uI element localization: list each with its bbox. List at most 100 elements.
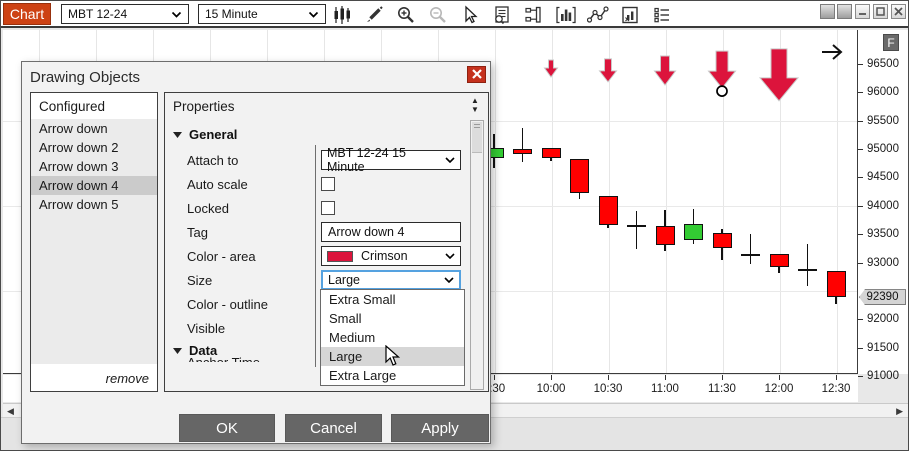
candle-wick (807, 244, 809, 286)
time-tick (608, 375, 609, 380)
time-tick (779, 375, 780, 380)
color-outline-label: Color - outline (187, 297, 268, 312)
list-item[interactable]: Arrow down 2 (31, 138, 157, 157)
size-combo[interactable]: Large (321, 270, 461, 290)
close-icon (472, 66, 482, 84)
attach-to-combo[interactable]: MBT 12-24 15 Minute (321, 150, 461, 170)
cancel-button[interactable]: Cancel (285, 414, 382, 442)
properties-list-icon[interactable] (651, 5, 673, 25)
dialog-title: Drawing Objects (30, 69, 140, 86)
size-label: Size (187, 273, 212, 288)
instrument-value: MBT 12-24 (68, 7, 127, 21)
price-tick (858, 64, 863, 65)
scrollbar-thumb[interactable] (472, 122, 482, 153)
price-axis[interactable]: F 92390 96500960009550095000945009400093… (858, 30, 908, 374)
list-item[interactable]: Arrow down 5 (31, 195, 157, 214)
candle[interactable] (684, 224, 703, 240)
properties-scrollbar[interactable] (470, 120, 484, 390)
maximize-button[interactable] (873, 4, 888, 19)
vertical-gridline (723, 30, 724, 374)
scroll-up-icon[interactable]: ▲ (471, 97, 479, 105)
apply-button[interactable]: Apply (391, 414, 489, 442)
collapse-triangle-icon (173, 132, 182, 138)
price-tick-label: 94500 (867, 171, 899, 183)
price-tick-label: 96000 (867, 86, 899, 98)
interval-selector[interactable]: 15 Minute (198, 4, 326, 24)
instrument-link-button[interactable] (820, 4, 835, 19)
toolbar-icons (331, 4, 673, 26)
drawing-tools-icon[interactable] (587, 5, 609, 25)
price-tick (858, 149, 863, 150)
instrument-selector[interactable]: MBT 12-24 (61, 4, 189, 24)
chevron-down-icon (444, 277, 454, 283)
locked-checkbox[interactable] (321, 201, 335, 215)
dialog-close-button[interactable] (467, 66, 486, 83)
draw-icon[interactable] (363, 5, 385, 25)
dropdown-option[interactable]: Small (321, 309, 464, 328)
focus-button[interactable]: F (883, 34, 899, 51)
tag-label: Tag (187, 225, 208, 240)
candle-wick (636, 211, 638, 249)
indicators-icon[interactable] (555, 5, 577, 25)
minimize-button[interactable] (855, 4, 870, 19)
zoom-out-icon[interactable] (427, 5, 449, 25)
price-tick (858, 263, 863, 264)
general-section-header[interactable]: General (173, 127, 237, 142)
vertical-gridline (837, 30, 838, 374)
locked-label: Locked (187, 201, 229, 216)
strategy-icon[interactable] (619, 5, 641, 25)
candle[interactable] (798, 269, 817, 271)
price-tick (858, 177, 863, 178)
time-tick (494, 375, 495, 380)
interval-link-button[interactable] (837, 4, 852, 19)
candle[interactable] (741, 254, 760, 256)
scroll-down-icon[interactable]: ▼ (471, 106, 479, 114)
chart-style-icon[interactable] (331, 5, 353, 25)
candle[interactable] (513, 149, 532, 154)
auto-scale-checkbox[interactable] (321, 177, 335, 191)
attach-to-label: Attach to (187, 153, 238, 168)
candle[interactable] (656, 226, 675, 245)
price-tick-label: 93500 (867, 228, 899, 240)
candle[interactable] (599, 196, 618, 225)
candle[interactable] (542, 148, 561, 158)
vertical-gridline (552, 30, 553, 374)
drawing-objects-dialog: Drawing Objects Configured Arrow downArr… (21, 61, 491, 444)
price-tick (858, 234, 863, 235)
color-area-combo[interactable]: Crimson (321, 246, 461, 266)
toolbar: Chart MBT 12-24 15 Minute (1, 1, 909, 28)
candle[interactable] (713, 233, 732, 248)
dropdown-option[interactable]: Extra Small (321, 290, 464, 309)
properties-scroll-arrows[interactable]: ▲ ▼ (467, 97, 483, 114)
list-item[interactable]: Arrow down 3 (31, 157, 157, 176)
close-button[interactable] (891, 4, 906, 19)
candle[interactable] (827, 271, 846, 297)
price-tick-label: 95000 (867, 143, 899, 155)
scroll-left-icon[interactable]: ◀ (7, 405, 14, 417)
chart-tab[interactable]: Chart (3, 3, 51, 25)
list-item[interactable]: Arrow down (31, 119, 157, 138)
price-tick (858, 348, 863, 349)
candle-wick (522, 128, 524, 162)
time-tick-label: 11:30 (700, 383, 744, 395)
mouse-cursor-icon (385, 345, 401, 372)
last-price-tag: 92390 (859, 289, 906, 305)
time-tick (551, 375, 552, 380)
zoom-in-icon[interactable] (395, 5, 417, 25)
cursor-icon[interactable] (459, 5, 481, 25)
window-controls (820, 4, 906, 19)
price-tick-label: 93000 (867, 257, 899, 269)
list-item[interactable]: Arrow down 4 (31, 176, 157, 195)
candle[interactable] (627, 225, 646, 227)
candle[interactable] (570, 159, 589, 193)
ok-button[interactable]: OK (179, 414, 275, 442)
data-box-icon[interactable] (491, 5, 513, 25)
chart-objects-icon[interactable] (523, 5, 545, 25)
price-tick-label: 94000 (867, 200, 899, 212)
remove-link[interactable]: remove (106, 371, 149, 386)
time-tick-label: 10:00 (529, 383, 573, 395)
price-tick (858, 319, 863, 320)
tag-input[interactable]: Arrow down 4 (321, 222, 461, 242)
scroll-right-icon[interactable]: ▶ (896, 405, 903, 417)
candle[interactable] (770, 254, 789, 267)
